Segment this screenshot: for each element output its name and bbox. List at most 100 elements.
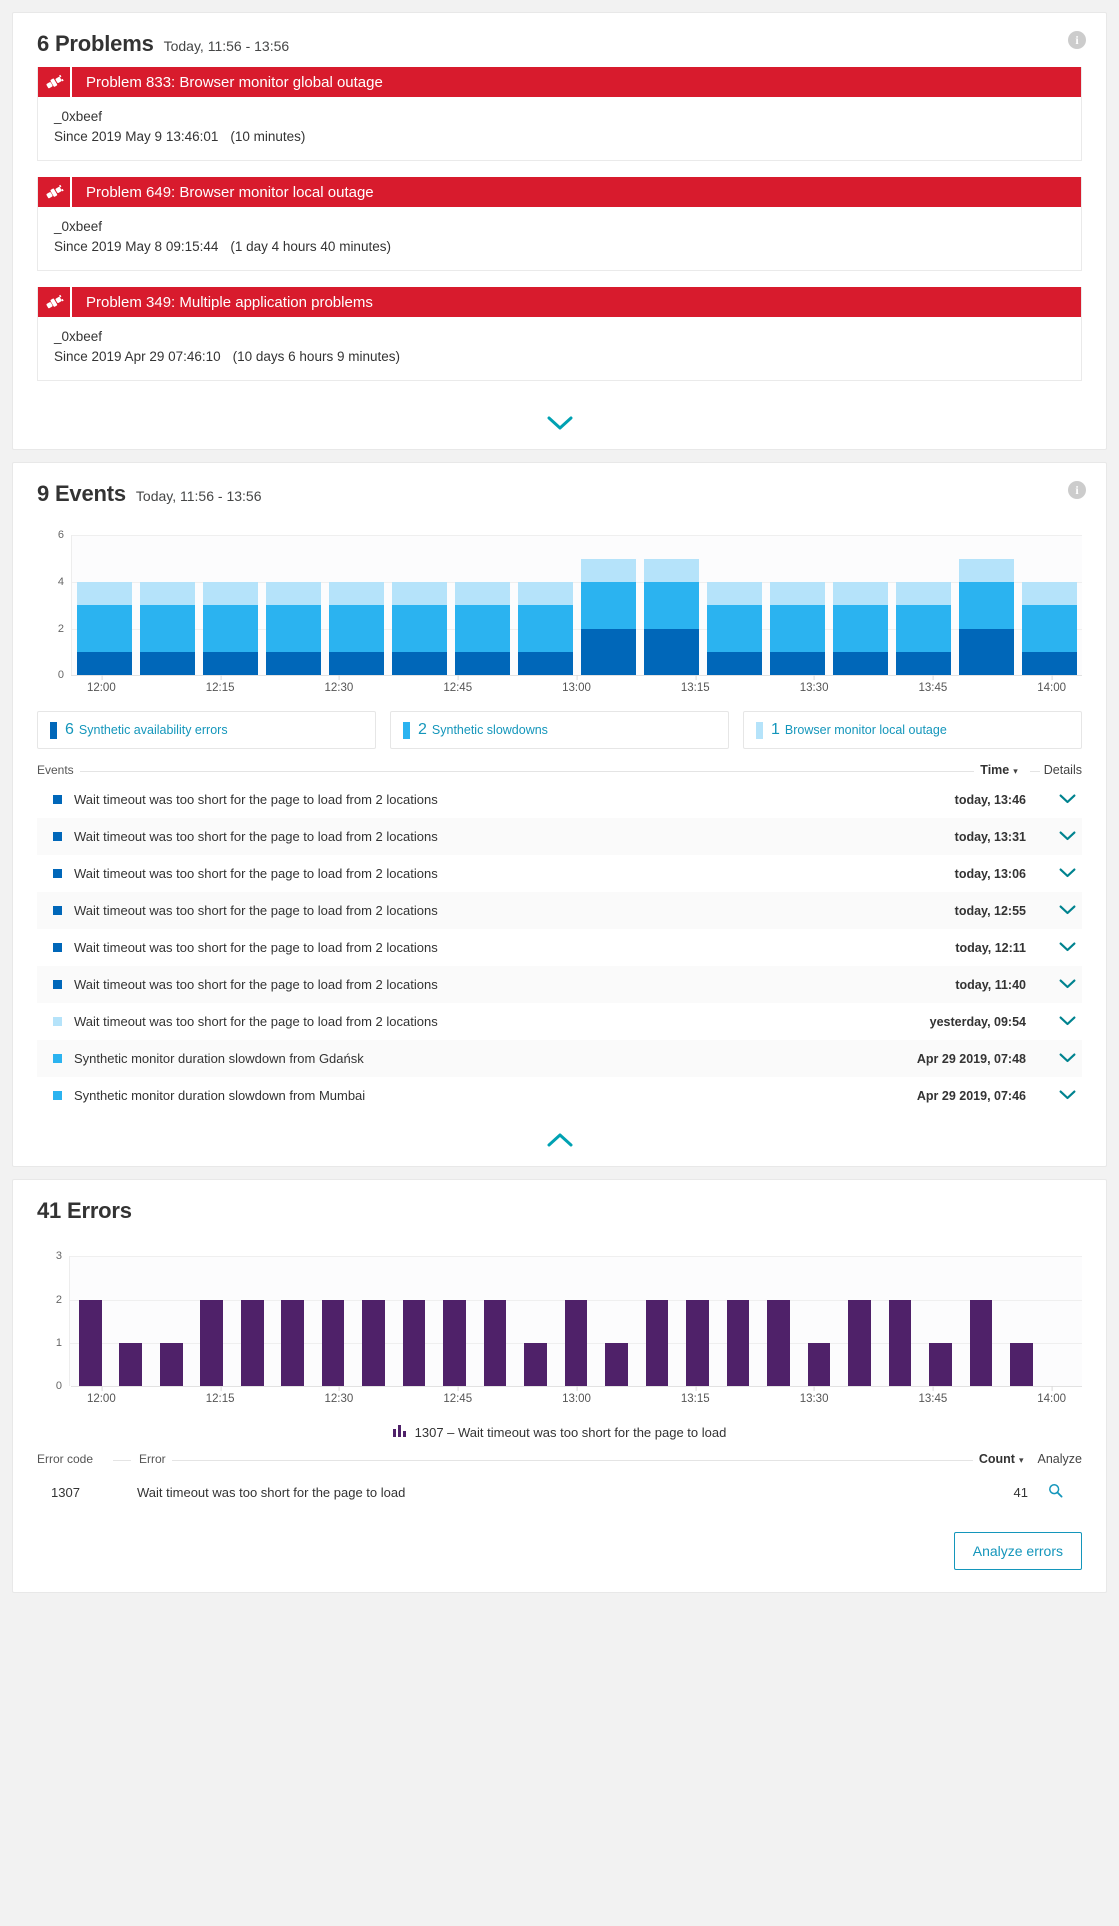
x-axis-tick-label: 12:45 <box>443 675 473 695</box>
error-bar-slot[interactable] <box>1001 1256 1041 1387</box>
stacked-bar[interactable] <box>136 535 199 676</box>
error-bar-slot[interactable] <box>313 1256 353 1387</box>
problem-details: _0xbeef Since 2019 May 8 09:15:44 (1 day 4… <box>38 207 1081 270</box>
chevron-down-icon[interactable] <box>1052 940 1082 955</box>
stacked-bar[interactable] <box>892 535 955 676</box>
table-row[interactable]: Wait timeout was too short for the page … <box>37 855 1082 892</box>
error-bar-slot[interactable] <box>758 1256 798 1387</box>
legend-item[interactable]: 1 Browser monitor local outage <box>743 711 1082 750</box>
problem-item[interactable]: Problem 833: Browser monitor global outa… <box>37 67 1082 162</box>
error-bar-slot[interactable] <box>151 1256 191 1387</box>
table-row[interactable]: Wait timeout was too short for the page … <box>37 1003 1082 1040</box>
legend-swatch <box>50 721 57 739</box>
stacked-bar[interactable] <box>514 535 577 676</box>
magnifier-icon[interactable] <box>1028 1483 1082 1501</box>
x-axis-tick-label: 13:15 <box>680 675 710 695</box>
problem-banner[interactable]: Problem 349: Multiple application proble… <box>38 287 1081 318</box>
error-bar-slot[interactable] <box>1042 1256 1082 1386</box>
column-header-count[interactable]: Count <box>979 1452 1015 1466</box>
error-bar-slot[interactable] <box>232 1256 272 1387</box>
legend-count: 1 <box>771 721 780 739</box>
column-header-time[interactable]: Time <box>980 763 1009 777</box>
problem-banner[interactable]: Problem 833: Browser monitor global outa… <box>38 67 1081 97</box>
event-title: Wait timeout was too short for the page … <box>74 1014 438 1030</box>
stacked-bar[interactable] <box>1018 535 1081 676</box>
error-bar-slot[interactable] <box>475 1256 515 1387</box>
bar-segment <box>266 652 321 676</box>
error-bar-slot[interactable] <box>839 1256 879 1387</box>
table-row[interactable]: Synthetic monitor duration slowdown from… <box>37 1077 1082 1114</box>
stacked-bar[interactable] <box>325 535 388 676</box>
error-bar-slot[interactable] <box>70 1256 110 1387</box>
error-bar-slot[interactable] <box>920 1256 960 1387</box>
chevron-down-icon[interactable] <box>547 416 573 430</box>
event-time: today, 12:55 <box>954 903 1026 918</box>
error-bar-slot[interactable] <box>880 1256 920 1387</box>
stacked-bar[interactable] <box>451 535 514 676</box>
chevron-down-icon[interactable] <box>1052 977 1082 992</box>
analyze-errors-button[interactable]: Analyze errors <box>953 1532 1082 1571</box>
table-row[interactable]: 1307 Wait timeout was too short for the p… <box>37 1468 1082 1516</box>
stacked-bar[interactable] <box>388 535 451 676</box>
error-bar-slot[interactable] <box>191 1256 231 1387</box>
stacked-bar[interactable] <box>640 535 703 676</box>
table-row[interactable]: Synthetic monitor duration slowdown from… <box>37 1040 1082 1078</box>
problem-item[interactable]: Problem 649: Browser monitor local outag… <box>37 177 1082 272</box>
problem-banner[interactable]: Problem 649: Browser monitor local outag… <box>38 177 1081 208</box>
stacked-bar[interactable] <box>199 535 262 676</box>
problems-expand-row[interactable] <box>13 397 1106 449</box>
chevron-down-icon[interactable] <box>1052 1014 1082 1029</box>
stacked-bar[interactable] <box>766 535 829 676</box>
chevron-down-icon[interactable] <box>1052 903 1082 918</box>
error-bar-slot[interactable] <box>596 1256 636 1387</box>
sort-caret-icon[interactable]: ▾ <box>1013 766 1018 777</box>
stacked-bar[interactable] <box>829 535 892 676</box>
table-row[interactable]: Wait timeout was too short for the page … <box>37 781 1082 818</box>
error-bar-slot[interactable] <box>961 1256 1001 1387</box>
table-row[interactable]: Wait timeout was too short for the page … <box>37 818 1082 856</box>
error-bar-slot[interactable] <box>677 1256 717 1387</box>
stacked-bar[interactable] <box>262 535 325 676</box>
table-row[interactable]: Wait timeout was too short for the page … <box>37 892 1082 930</box>
problem-since: Since 2019 Apr 29 07:46:10 <box>54 348 221 364</box>
events-collapse-row[interactable] <box>13 1114 1106 1166</box>
info-icon[interactable]: i <box>1068 31 1086 49</box>
chevron-up-icon[interactable] <box>547 1133 573 1147</box>
chevron-down-icon[interactable] <box>1052 866 1082 881</box>
error-bar-slot[interactable] <box>434 1256 474 1387</box>
error-bar-slot[interactable] <box>110 1256 150 1387</box>
stacked-bar[interactable] <box>577 535 640 676</box>
error-bar-slot[interactable] <box>515 1256 555 1387</box>
bottom-spacer <box>0 1593 1119 1607</box>
chevron-down-icon[interactable] <box>1052 829 1082 844</box>
error-bar-slot[interactable] <box>637 1256 677 1387</box>
error-bar-slot[interactable] <box>556 1256 596 1387</box>
stacked-bar[interactable] <box>955 535 1018 676</box>
x-axis-tick-label: 12:30 <box>324 1386 354 1406</box>
problem-item[interactable]: Problem 349: Multiple application proble… <box>37 287 1082 382</box>
column-header-events: Events <box>37 763 74 778</box>
table-row[interactable]: Wait timeout was too short for the page … <box>37 966 1082 1004</box>
stacked-bar[interactable] <box>703 535 766 676</box>
sort-caret-icon[interactable]: ▾ <box>1019 1455 1024 1466</box>
error-bar-slot[interactable] <box>272 1256 312 1387</box>
table-row[interactable]: Wait timeout was too short for the page … <box>37 929 1082 966</box>
problem-title: Problem 649: Browser monitor local outag… <box>86 183 374 201</box>
chevron-down-icon[interactable] <box>1052 1088 1082 1103</box>
x-axis-tick-label: 12:00 <box>86 675 116 695</box>
bar-segment <box>140 605 195 653</box>
chevron-down-icon[interactable] <box>1052 1051 1082 1066</box>
error-bar-slot[interactable] <box>353 1256 393 1387</box>
error-bar-slot[interactable] <box>718 1256 758 1387</box>
error-bar-slot[interactable] <box>394 1256 434 1387</box>
legend-item[interactable]: 6 Synthetic availability errors <box>37 711 376 750</box>
event-title: Wait timeout was too short for the page … <box>74 829 438 845</box>
chevron-down-icon[interactable] <box>1052 792 1082 807</box>
legend-item[interactable]: 2 Synthetic slowdowns <box>390 711 729 750</box>
error-bar-slot[interactable] <box>799 1256 839 1387</box>
bar-segment <box>1022 605 1077 653</box>
bar-segment <box>896 605 951 653</box>
bar-segment <box>770 605 825 653</box>
error-bar <box>848 1299 871 1387</box>
stacked-bar[interactable] <box>73 535 136 676</box>
